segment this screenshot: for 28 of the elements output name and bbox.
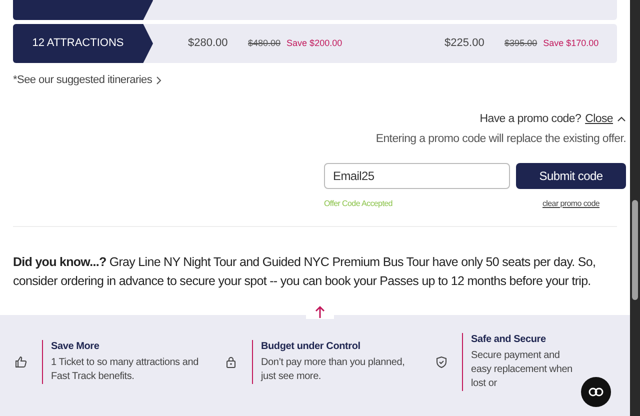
promo-note: Entering a promo code will replace the existing offer. [376,132,626,147]
benefit-title: Save More [51,340,100,354]
benefit-title: Budget under Control [261,340,362,354]
original-price: $395.00 [504,36,538,50]
clear-promo-link[interactable]: clear promo code [542,199,600,208]
close-link[interactable]: Close [585,110,613,128]
benefit-title: Safe and Secure [471,333,547,348]
chevron-right-icon [156,76,162,85]
original-price: $480.00 [248,36,281,50]
savings-text: Save $200.00 [286,36,344,50]
benefit-text: Secure payment and easy replacement when lost or [471,349,574,392]
savings-text: Save $170.00 [543,36,600,50]
benefit-text: Don’t pay more than you planned, just see more. [261,356,406,384]
shield-icon [436,356,446,368]
thumbs-up-icon [15,356,27,368]
benefit-text: 1 Ticket to so many attractions and Fast Track benefits. [51,356,200,384]
arrow-up-icon [315,305,325,320]
attraction-label: 12 ATTRACTIONS [13,24,153,63]
lock-icon [226,356,236,368]
price-text: $225.00 [444,36,486,52]
did-you-know-paragraph: Did you know...? Gray Line NY Night Tour and Guided NYC Premium Bus Tour have only 50 seats per day. So, consider ordering in advance to secure your spot -- you can book your Passes up to 12 months before your trip. [13,254,597,290]
price-text: $280.00 [188,36,229,52]
promo-code-field[interactable]: Email25 [324,163,510,189]
promo-question: Have a promo code? [480,112,582,126]
status-text: Offer Code Accepted [324,199,392,208]
itineraries-link[interactable]: *See our suggested itineraries [13,72,152,88]
chat-icon [588,387,604,397]
submit-code-button[interactable]: Submit code [516,163,626,189]
